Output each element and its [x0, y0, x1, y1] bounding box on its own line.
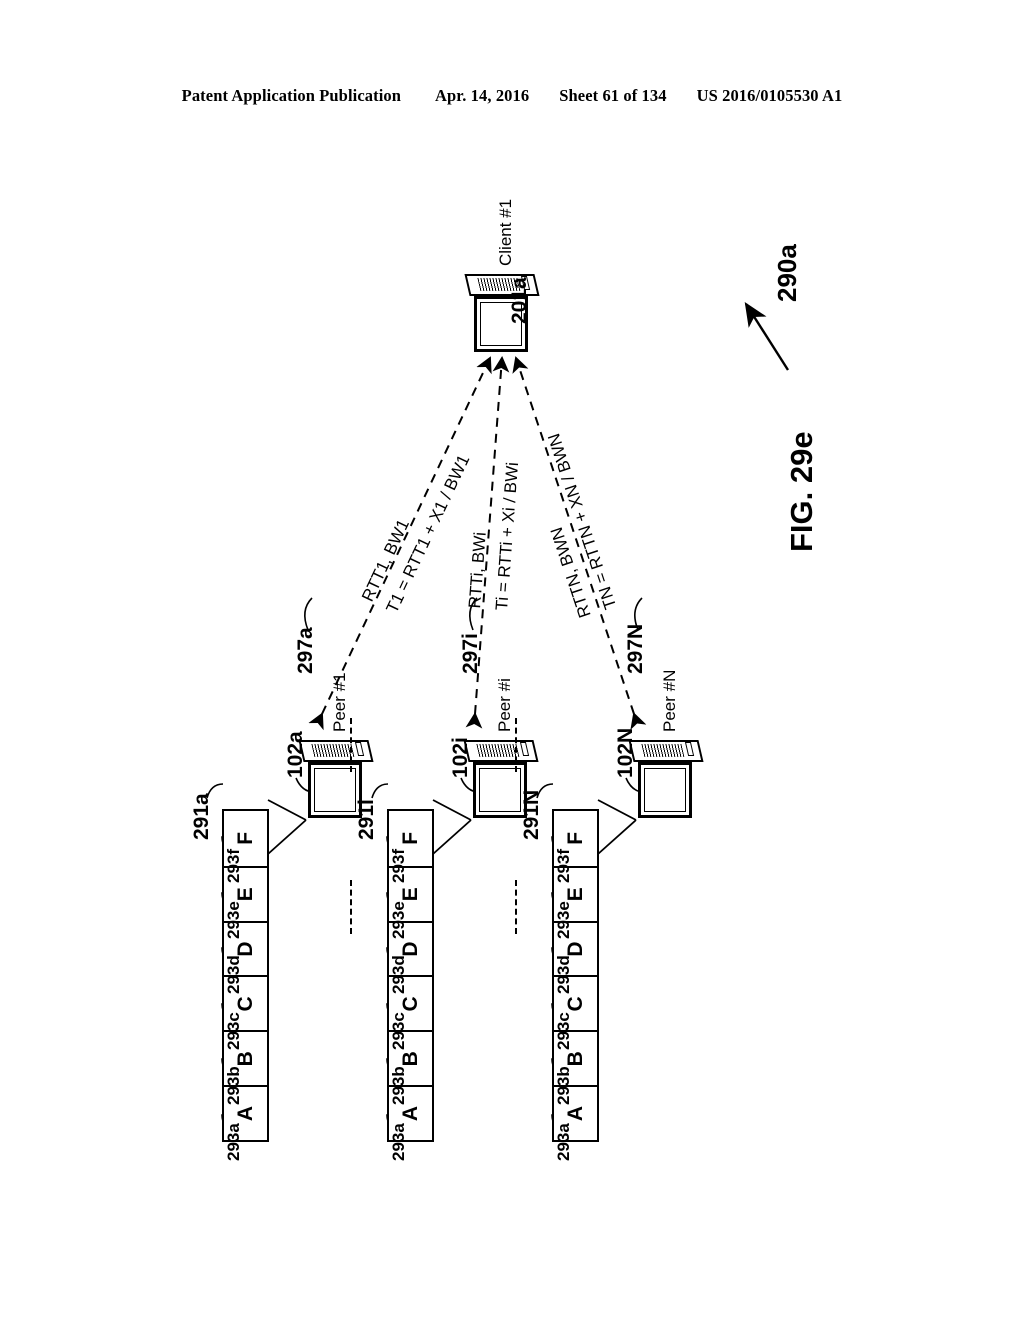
header-date: Apr. 14, 2016	[435, 86, 530, 105]
block-ref-293b: 293b	[389, 1066, 408, 1105]
tower-icon	[298, 740, 374, 762]
block-ref-293d: 293d	[389, 955, 408, 994]
tower-icon	[463, 740, 539, 762]
tower-icon	[628, 740, 704, 762]
figure-caption: FIG. 29e	[784, 431, 819, 552]
peer-ref-2: 102i	[449, 737, 472, 778]
header-publication: Patent Application Publication	[181, 86, 402, 105]
peer-name-2: Peer #i	[495, 678, 514, 732]
block-ref-293a: 293a	[389, 1123, 408, 1161]
peer-icon-3	[628, 732, 704, 818]
peer-ref-1: 102a	[284, 731, 307, 778]
arrow-ref-297i: 297i	[459, 633, 482, 674]
block-ref-293d: 293d	[554, 955, 573, 994]
block-ref-293e: 293e	[224, 901, 243, 939]
strip-ref-291i: 291i	[355, 799, 378, 840]
block-ref-293f: 293f	[389, 848, 408, 883]
client-ref: 201a	[508, 277, 531, 324]
block-ref-293d: 293d	[224, 955, 243, 994]
block-ref-293e: 293e	[554, 901, 573, 939]
monitor-icon	[473, 762, 527, 818]
ellipsis-separator-bottom	[515, 880, 517, 934]
block-ref-293c: 293c	[389, 1012, 408, 1050]
ellipsis-separator-bottom-2	[515, 718, 517, 772]
block-ref-293b: 293b	[554, 1066, 573, 1105]
peer-name-3: Peer #N	[660, 669, 679, 732]
block-ref-293b: 293b	[224, 1066, 243, 1105]
client-name: Client #1	[496, 198, 515, 266]
header-sheet: Sheet 61 of 134	[559, 86, 667, 105]
strip-ref-291a: 291a	[190, 793, 213, 840]
monitor-icon	[638, 762, 692, 818]
strip-ref-291N: 291N	[520, 789, 543, 840]
patent-sheet: Patent Application Publication Apr. 14, 2…	[0, 0, 1024, 1320]
block-ref-293c: 293c	[554, 1012, 573, 1050]
block-ref-293f: 293f	[224, 848, 243, 883]
peer-name-1: Peer #1	[330, 672, 349, 732]
block-ref-293a: 293a	[554, 1123, 573, 1161]
monitor-icon	[308, 762, 362, 818]
figure-main-reference: 290a	[772, 244, 802, 302]
sheet-header: Patent Application Publication Apr. 14, 2…	[0, 86, 1024, 106]
peer-ref-3: 102N	[614, 727, 637, 778]
block-ref-293f: 293f	[554, 848, 573, 883]
header-patent-number: US 2016/0105530 A1	[696, 86, 843, 105]
block-ref-293a: 293a	[224, 1123, 243, 1161]
block-ref-293e: 293e	[389, 901, 408, 939]
figure-canvas: A B C D E F 293a 293b 293c 293d 293e 293…	[172, 199, 852, 1170]
arrow-ref-297N: 297N	[624, 623, 647, 674]
ellipsis-separator-top-2	[350, 718, 352, 772]
ellipsis-separator-top	[350, 880, 352, 934]
block-ref-293c: 293c	[224, 1012, 243, 1050]
arrow-ref-297a: 297a	[294, 627, 317, 674]
